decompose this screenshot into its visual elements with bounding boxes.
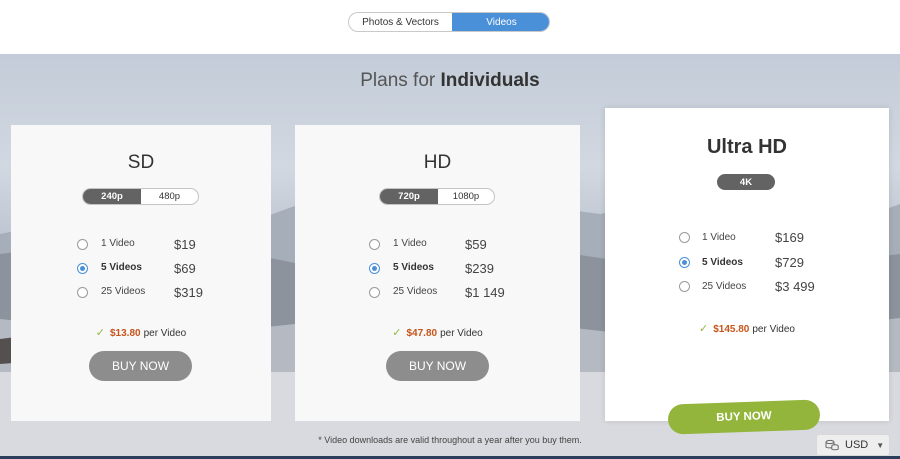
per-video-label: per Video bbox=[752, 324, 795, 335]
radio-button-selected[interactable] bbox=[679, 257, 690, 268]
per-video-price: ✓ $145.80 per Video bbox=[605, 322, 889, 335]
section-title-prefix: Plans for bbox=[360, 70, 441, 91]
currency-selector[interactable]: USD ▼ bbox=[816, 434, 890, 456]
quantity-option-1[interactable]: 1 Video $19 bbox=[77, 235, 227, 255]
price-label: $729 bbox=[775, 255, 804, 270]
per-video-price: ✓ $13.80 per Video bbox=[11, 326, 271, 339]
plan-title: Ultra HD bbox=[706, 136, 787, 158]
quantity-option-1[interactable]: 1 Video $59 bbox=[369, 235, 539, 255]
coins-icon bbox=[825, 439, 839, 451]
radio-button-selected[interactable] bbox=[77, 263, 88, 274]
resolution-badge-4k: 4K bbox=[717, 174, 775, 190]
price-label: $319 bbox=[174, 285, 203, 300]
quantity-option-25[interactable]: 25 Videos $3 499 bbox=[679, 277, 849, 297]
radio-button[interactable] bbox=[679, 232, 690, 243]
check-icon: ✓ bbox=[392, 327, 402, 339]
check-icon: ✓ bbox=[95, 327, 105, 339]
quantity-label: 5 Videos bbox=[393, 262, 434, 273]
quantity-label: 1 Video bbox=[393, 238, 427, 249]
radio-button[interactable] bbox=[369, 239, 380, 250]
per-video-amount: $13.80 bbox=[109, 328, 141, 339]
plan-card-hd: HD 720p 1080p 1 Video $59 5 Videos $239 … bbox=[295, 125, 580, 421]
quantity-option-1[interactable]: 1 Video $169 bbox=[679, 228, 849, 248]
radio-button-selected[interactable] bbox=[369, 263, 380, 274]
price-label: $59 bbox=[465, 237, 487, 252]
price-label: $69 bbox=[174, 261, 196, 276]
tab-photos-vectors[interactable]: Photos & Vectors bbox=[349, 13, 452, 31]
per-video-amount: $47.80 bbox=[406, 328, 438, 339]
resolution-option-240p[interactable]: 240p bbox=[83, 189, 141, 204]
resolution-toggle[interactable]: 720p 1080p bbox=[379, 188, 495, 205]
resolution-option-480p[interactable]: 480p bbox=[141, 189, 198, 204]
buy-now-button[interactable]: BUY NOW bbox=[386, 351, 489, 381]
radio-button[interactable] bbox=[77, 239, 88, 250]
per-video-amount: $145.80 bbox=[713, 324, 750, 335]
quantity-option-5[interactable]: 5 Videos $239 bbox=[369, 259, 539, 279]
price-label: $239 bbox=[465, 261, 494, 276]
plan-title: HD bbox=[423, 152, 452, 173]
plan-card-sd: SD 240p 480p 1 Video $19 5 Videos $69 25… bbox=[11, 125, 271, 421]
resolution-option-1080p[interactable]: 1080p bbox=[438, 189, 494, 204]
plan-card-ultra-hd: Ultra HD 4K 1 Video $169 5 Videos $729 2… bbox=[605, 108, 889, 435]
per-video-label: per Video bbox=[440, 328, 483, 339]
price-label: $169 bbox=[775, 230, 804, 245]
quantity-label: 25 Videos bbox=[702, 281, 747, 292]
quantity-option-5[interactable]: 5 Videos $729 bbox=[679, 253, 849, 273]
resolution-toggle[interactable]: 240p 480p bbox=[82, 188, 199, 205]
buy-now-button[interactable]: BUY NOW bbox=[667, 399, 821, 435]
section-title: Plans for Individuals bbox=[0, 70, 900, 92]
quantity-label: 25 Videos bbox=[101, 286, 146, 297]
pricing-section: Plans for Individuals SD 240p 480p 1 Vid… bbox=[0, 54, 900, 459]
quantity-option-25[interactable]: 25 Videos $319 bbox=[77, 283, 227, 303]
section-title-bold: Individuals bbox=[440, 70, 540, 91]
check-icon: ✓ bbox=[698, 323, 709, 335]
chevron-down-icon: ▼ bbox=[876, 440, 885, 450]
resolution-option-720p[interactable]: 720p bbox=[380, 189, 438, 204]
radio-button[interactable] bbox=[369, 287, 380, 298]
buy-now-button[interactable]: BUY NOW bbox=[89, 351, 192, 381]
radio-button[interactable] bbox=[77, 287, 88, 298]
currency-label: USD bbox=[845, 439, 869, 451]
per-video-price: ✓ $47.80 per Video bbox=[295, 326, 580, 339]
price-label: $1 149 bbox=[465, 285, 505, 300]
quantity-option-25[interactable]: 25 Videos $1 149 bbox=[369, 283, 539, 303]
quantity-label: 5 Videos bbox=[702, 257, 743, 268]
quantity-label: 1 Video bbox=[702, 232, 736, 243]
quantity-label: 25 Videos bbox=[393, 286, 438, 297]
price-label: $3 499 bbox=[775, 279, 815, 294]
price-label: $19 bbox=[174, 237, 196, 252]
top-bar: Photos & Vectors Videos bbox=[0, 0, 900, 54]
content-type-toggle[interactable]: Photos & Vectors Videos bbox=[348, 12, 550, 32]
quantity-label: 1 Video bbox=[101, 238, 135, 249]
plan-title: SD bbox=[127, 152, 155, 173]
footnote: * Video downloads are valid throughout a… bbox=[318, 435, 582, 445]
quantity-label: 5 Videos bbox=[101, 262, 142, 273]
quantity-option-5[interactable]: 5 Videos $69 bbox=[77, 259, 227, 279]
tab-videos[interactable]: Videos bbox=[452, 13, 549, 31]
per-video-label: per Video bbox=[143, 328, 187, 339]
radio-button[interactable] bbox=[679, 281, 690, 292]
